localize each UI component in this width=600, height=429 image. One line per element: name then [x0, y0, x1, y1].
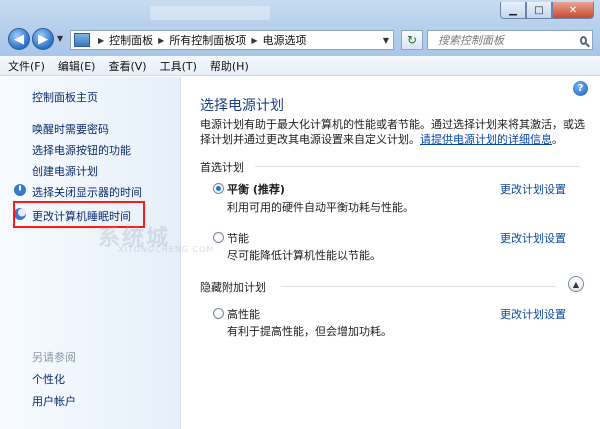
menu-edit[interactable]: 编辑(E)	[58, 58, 96, 74]
arrow-right-icon: ▶	[38, 31, 48, 47]
search-box[interactable]	[427, 30, 593, 50]
change-plan-settings-balanced[interactable]: 更改计划设置	[500, 181, 566, 197]
description-period: 。	[552, 133, 563, 146]
menu-view[interactable]: 查看(V)	[108, 58, 146, 74]
sidebar-link-display-off[interactable]: 选择关闭显示器的时间	[32, 184, 142, 200]
hidden-plans-heading: 隐藏附加计划	[200, 281, 266, 294]
menu-tools[interactable]: 工具(T)	[160, 58, 197, 74]
preferred-plans-heading: 首选计划	[200, 161, 244, 174]
breadcrumb-power-options[interactable]: 电源选项	[262, 32, 306, 48]
menu-bar: 文件(F) 编辑(E) 查看(V) 工具(T) 帮助(H)	[0, 56, 600, 76]
sidebar-link-wake-password[interactable]: 唤醒时需要密码	[32, 121, 109, 137]
change-plan-settings-power-saver[interactable]: 更改计划设置	[500, 230, 566, 246]
breadcrumb-all-items[interactable]: 所有控制面板项	[169, 32, 246, 48]
address-dropdown-icon[interactable]: ▼	[383, 36, 389, 45]
display-power-icon	[14, 184, 26, 196]
search-input[interactable]	[436, 32, 580, 48]
chevron-right-icon[interactable]: ▶	[98, 36, 104, 45]
page-title: 选择电源计划	[200, 98, 284, 114]
plan-desc-power-saver: 尽可能降低计算机性能以节能。	[227, 249, 381, 262]
plan-name-power-saver[interactable]: 节能	[227, 230, 249, 246]
refresh-button[interactable]: ↻	[401, 30, 423, 50]
control-panel-window: ▁ □ ✕ ◀ ▶ ▼ ▶ 控制面板 ▶ 所有控制面板项 ▶ 电源选项 ▼ ↻ …	[0, 0, 600, 429]
plan-desc-high-performance: 有利于提高性能，但会增加功耗。	[227, 325, 392, 338]
menu-file[interactable]: 文件(F)	[8, 58, 45, 74]
help-icon[interactable]: ?	[573, 81, 588, 96]
menu-help[interactable]: 帮助(H)	[210, 58, 249, 74]
page-description: 电源计划有助于最大化计算机的性能或者节能。通过选择计划来将其激活，或选择计划并通…	[200, 117, 585, 147]
hidden-plans-divider	[281, 286, 556, 287]
history-dropdown-icon[interactable]: ▼	[57, 34, 63, 43]
title-bar: ▁ □ ✕ ◀ ▶ ▼ ▶ 控制面板 ▶ 所有控制面板项 ▶ 电源选项 ▼ ↻	[0, 0, 600, 56]
watermark-subtext: XITONGCHENG.COM	[118, 245, 215, 254]
back-button[interactable]: ◀	[8, 28, 30, 50]
chevron-up-icon: ▲	[572, 279, 580, 289]
plan-radio-power-saver[interactable]	[213, 232, 224, 243]
change-plan-settings-high-performance[interactable]: 更改计划设置	[500, 306, 566, 322]
breadcrumb-control-panel[interactable]: 控制面板	[109, 32, 153, 48]
chevron-right-icon[interactable]: ▶	[158, 36, 164, 45]
preferred-plans-divider	[255, 166, 580, 167]
plan-name-high-performance[interactable]: 高性能	[227, 306, 260, 322]
main-content: ? 选择电源计划 电源计划有助于最大化计算机的性能或者节能。通过选择计划来将其激…	[181, 77, 600, 429]
title-bar-blur	[150, 6, 270, 20]
collapse-button[interactable]: ▲	[568, 276, 584, 292]
arrow-left-icon: ◀	[14, 31, 24, 47]
chevron-right-icon[interactable]: ▶	[251, 36, 257, 45]
see-also-personalization[interactable]: 个性化	[32, 371, 65, 387]
search-icon[interactable]	[580, 35, 587, 45]
plan-desc-balanced: 利用可用的硬件自动平衡功耗与性能。	[227, 201, 414, 214]
maximize-button[interactable]: □	[526, 2, 552, 19]
plan-name-balanced[interactable]: 平衡 (推荐)	[227, 181, 285, 197]
plan-radio-high-performance[interactable]	[213, 308, 224, 319]
sidebar-link-power-button[interactable]: 选择电源按钮的功能	[32, 142, 131, 158]
control-panel-icon	[74, 33, 90, 47]
see-also-user-accounts[interactable]: 用户帐户	[32, 393, 76, 409]
minimize-button[interactable]: ▁	[500, 2, 526, 19]
address-bar[interactable]: ▶ 控制面板 ▶ 所有控制面板项 ▶ 电源选项 ▼	[70, 30, 394, 50]
plan-details-link[interactable]: 请提供电源计划的详细信息	[420, 133, 552, 146]
forward-button[interactable]: ▶	[32, 28, 54, 50]
caption-buttons: ▁ □ ✕	[500, 2, 594, 19]
plan-radio-balanced[interactable]	[213, 183, 224, 194]
sidebar-home-link[interactable]: 控制面板主页	[32, 89, 98, 105]
refresh-icon: ↻	[406, 33, 418, 47]
sidebar-link-create-plan[interactable]: 创建电源计划	[32, 163, 98, 179]
close-button[interactable]: ✕	[552, 2, 594, 19]
see-also-heading: 另请参阅	[32, 351, 76, 364]
